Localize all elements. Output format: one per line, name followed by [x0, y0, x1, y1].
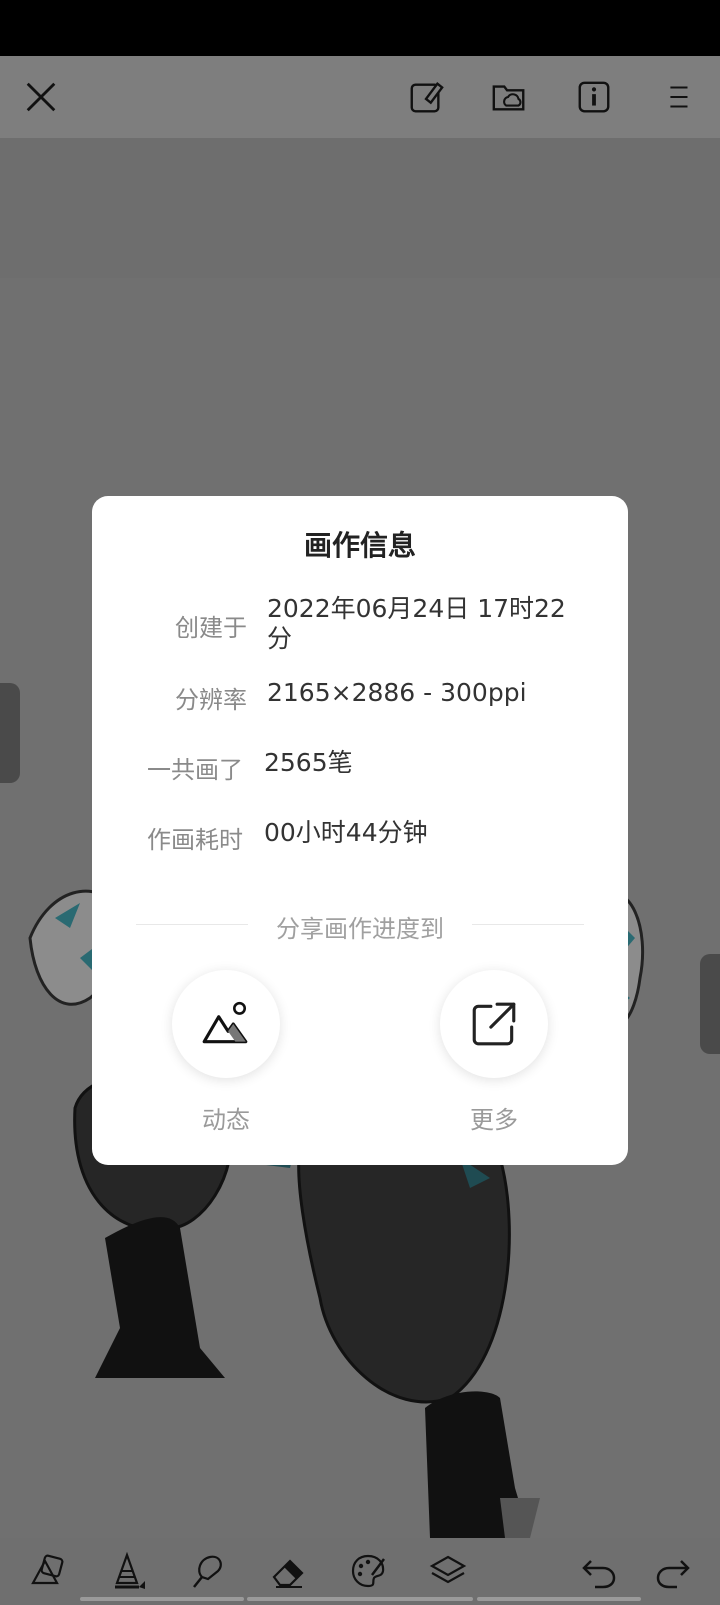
canvas-top-margin	[0, 138, 720, 278]
mountain-image-icon	[202, 1001, 248, 1044]
strokes-value: 2565笔	[264, 748, 353, 777]
status-bar	[0, 0, 720, 56]
redo-icon[interactable]	[650, 1548, 696, 1594]
gesture-bar-segment	[477, 1597, 641, 1601]
top-toolbar	[0, 56, 720, 138]
strokes-label: 一共画了	[147, 756, 243, 784]
created-value: 2022年06月24日 17时22分	[267, 594, 566, 653]
duration-value: 00小时44分钟	[264, 818, 428, 847]
resolution-label: 分辨率	[175, 686, 247, 714]
right-slider-handle[interactable]	[700, 954, 720, 1054]
palette-icon[interactable]	[345, 1548, 391, 1594]
pen-icon[interactable]	[104, 1548, 150, 1594]
smudge-icon[interactable]	[185, 1548, 231, 1594]
created-label: 创建于	[175, 614, 247, 642]
layers-icon[interactable]	[425, 1548, 471, 1594]
divider-right	[472, 924, 584, 925]
share-moments-button[interactable]	[172, 970, 280, 1078]
info-icon[interactable]	[571, 74, 617, 120]
eraser-icon[interactable]	[265, 1548, 311, 1594]
shapes-icon[interactable]	[24, 1548, 70, 1594]
bottom-toolbar	[0, 1538, 720, 1605]
edit-canvas-icon[interactable]	[403, 74, 449, 120]
share-more-button[interactable]	[440, 970, 548, 1078]
duration-label: 作画耗时	[147, 826, 243, 854]
artwork-info-dialog: 画作信息 创建于 2022年06月24日 17时22分 分辨率 2165×288…	[92, 496, 628, 1165]
resolution-value: 2165×2886 - 300ppi	[267, 678, 527, 707]
dialog-title: 画作信息	[303, 529, 416, 562]
undo-icon[interactable]	[576, 1548, 622, 1594]
menu-icon[interactable]	[655, 74, 701, 120]
share-moments-label[interactable]: 动态	[172, 1100, 280, 1135]
share-more-label[interactable]: 更多	[440, 1100, 548, 1135]
gesture-bar-segment	[247, 1597, 473, 1601]
left-slider-handle[interactable]	[0, 683, 20, 783]
close-icon[interactable]	[18, 74, 64, 120]
cloud-folder-icon[interactable]	[486, 74, 532, 120]
share-section-title: 分享画作进度到	[276, 915, 444, 943]
gesture-bar-segment	[80, 1597, 244, 1601]
external-share-icon	[472, 1002, 516, 1046]
